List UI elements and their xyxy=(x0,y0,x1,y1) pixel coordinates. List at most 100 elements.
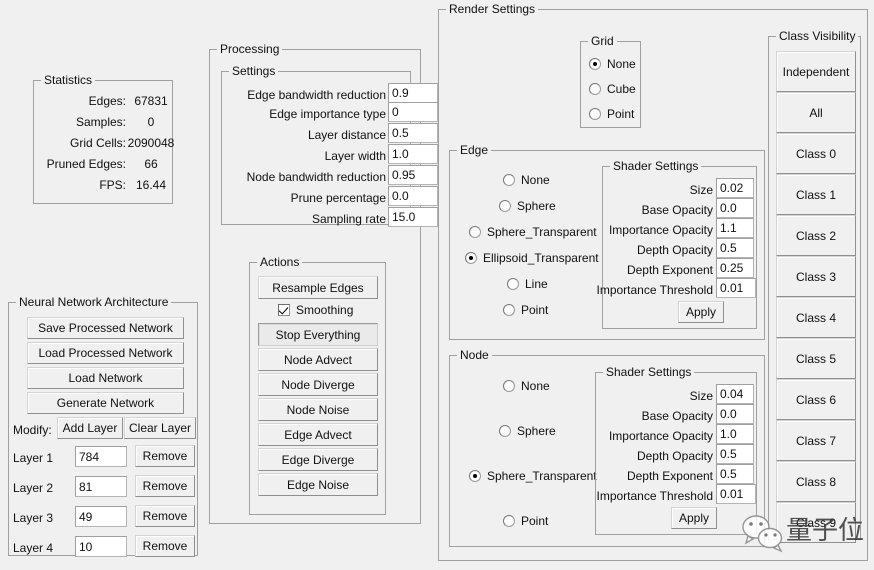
class-visibility-class-0-button[interactable]: Class 0 xyxy=(776,133,856,174)
class-visibility-class-3-button[interactable]: Class 3 xyxy=(776,256,856,297)
grid-group: Grid None Cube Point xyxy=(580,34,641,128)
edge-noise-button[interactable]: Edge Noise xyxy=(258,473,378,496)
statistics-title: Statistics xyxy=(41,73,96,87)
stat-value-grid-cells: 2090048 xyxy=(127,136,175,150)
processing-settings-title: Settings xyxy=(229,64,279,78)
remove-layer-3-button[interactable]: Remove xyxy=(135,505,195,527)
class-visibility-class-7-button[interactable]: Class 7 xyxy=(776,420,856,461)
remove-layer-4-button[interactable]: Remove xyxy=(135,535,195,557)
grid-option-none[interactable]: None xyxy=(589,57,636,71)
edge-option-none[interactable]: None xyxy=(503,173,550,187)
class-visibility-independent-button[interactable]: Independent xyxy=(776,51,856,92)
stat-label-fps: FPS: xyxy=(99,178,126,192)
node-advect-button[interactable]: Node Advect xyxy=(258,348,378,371)
smoothing-checkbox[interactable]: Smoothing xyxy=(278,303,353,317)
processing-title: Processing xyxy=(217,42,283,56)
edge-diverge-button[interactable]: Edge Diverge xyxy=(258,448,378,471)
class-visibility-class-4-button[interactable]: Class 4 xyxy=(776,297,856,338)
radio-icon xyxy=(469,226,481,238)
remove-layer-1-button[interactable]: Remove xyxy=(135,445,195,467)
grid-title: Grid xyxy=(588,34,617,48)
checkbox-icon xyxy=(278,304,290,316)
prune-percentage-input[interactable]: 0.0 xyxy=(388,186,438,206)
class-visibility-class-5-button[interactable]: Class 5 xyxy=(776,338,856,379)
layer-distance-input[interactable]: 0.5 xyxy=(388,123,438,143)
edge-shader-importance-opacity-input[interactable]: 1.1 xyxy=(716,218,754,238)
class-visibility-class-2-button[interactable]: Class 2 xyxy=(776,215,856,256)
edge-option-line[interactable]: Line xyxy=(507,277,548,291)
edge-shader-importance-threshold-input[interactable]: 0.01 xyxy=(716,278,756,298)
load-processed-network-button[interactable]: Load Processed Network xyxy=(27,342,184,364)
layer-1-input[interactable]: 784 xyxy=(75,446,127,467)
class-visibility-class-6-button[interactable]: Class 6 xyxy=(776,379,856,420)
smoothing-label: Smoothing xyxy=(296,303,354,317)
remove-layer-2-button[interactable]: Remove xyxy=(135,475,195,497)
edge-shader-size-label: Size xyxy=(689,183,713,197)
class-visibility-class-9-button[interactable]: Class 9 xyxy=(776,502,856,543)
node-shader-depth-exponent-label: Depth Exponent xyxy=(626,469,713,483)
add-layer-button[interactable]: Add Layer xyxy=(57,417,123,439)
processing-actions-title: Actions xyxy=(257,255,303,269)
edge-shader-importance-opacity-label: Importance Opacity xyxy=(608,223,713,237)
node-shader-size-input[interactable]: 0.04 xyxy=(716,384,754,404)
edge-option-sphere-label: Sphere xyxy=(517,199,556,213)
layer-width-input[interactable]: 1.0 xyxy=(388,144,438,164)
resample-edges-button[interactable]: Resample Edges xyxy=(258,276,378,299)
stat-value-edges: 67831 xyxy=(134,94,168,108)
edge-option-point[interactable]: Point xyxy=(503,303,548,317)
layer-2-input[interactable]: 81 xyxy=(75,476,127,497)
node-group: Node None Sphere Sphere_Transparent Poin… xyxy=(449,348,765,547)
node-diverge-button[interactable]: Node Diverge xyxy=(258,373,378,396)
load-network-button[interactable]: Load Network xyxy=(27,367,184,389)
node-shader-apply-button[interactable]: Apply xyxy=(671,507,717,529)
node-option-point[interactable]: Point xyxy=(503,514,548,528)
class-visibility-class-8-button[interactable]: Class 8 xyxy=(776,461,856,502)
save-processed-network-button[interactable]: Save Processed Network xyxy=(27,317,184,339)
class-visibility-title: Class Visibility xyxy=(776,29,859,43)
render-settings-panel: Render Settings Grid None Cube Point Edg… xyxy=(438,2,868,561)
layer-3-label: Layer 3 xyxy=(13,511,54,525)
class-visibility-class-1-button[interactable]: Class 1 xyxy=(776,174,856,215)
radio-icon xyxy=(465,252,477,264)
edge-option-sphere[interactable]: Sphere xyxy=(499,199,556,213)
node-shader-depth-exponent-input[interactable]: 0.5 xyxy=(716,464,754,484)
edge-bandwidth-reduction-label: Edge bandwidth reduction xyxy=(247,88,386,102)
edge-shader-base-opacity-input[interactable]: 0.0 xyxy=(716,198,754,218)
edge-bandwidth-reduction-input[interactable]: 0.9 xyxy=(388,83,438,103)
clear-layer-button[interactable]: Clear Layer xyxy=(124,417,196,439)
prune-percentage-label: Prune percentage xyxy=(290,191,386,205)
grid-option-point[interactable]: Point xyxy=(589,107,634,121)
node-shader-importance-opacity-label: Importance Opacity xyxy=(608,429,713,443)
layer-3-input[interactable]: 49 xyxy=(75,506,127,527)
stat-value-pruned-edges: 66 xyxy=(144,157,158,171)
node-shader-importance-threshold-input[interactable]: 0.01 xyxy=(716,484,756,504)
layer-4-input[interactable]: 10 xyxy=(75,536,127,557)
node-shader-base-opacity-input[interactable]: 0.0 xyxy=(716,404,754,424)
sampling-rate-input[interactable]: 15.0 xyxy=(388,207,438,227)
generate-network-button[interactable]: Generate Network xyxy=(27,392,184,414)
stop-everything-button[interactable]: Stop Everything xyxy=(258,323,378,346)
edge-shader-size-input[interactable]: 0.02 xyxy=(716,178,754,198)
edge-advect-button[interactable]: Edge Advect xyxy=(258,423,378,446)
edge-shader-depth-opacity-input[interactable]: 0.5 xyxy=(716,238,754,258)
statistics-panel: Statistics Edges: 67831 Samples: 0 Grid … xyxy=(33,73,175,204)
node-option-none[interactable]: None xyxy=(503,379,550,393)
node-option-sphere[interactable]: Sphere xyxy=(499,424,556,438)
edge-importance-type-input[interactable]: 0 xyxy=(388,102,438,122)
edge-shader-depth-exponent-input[interactable]: 0.25 xyxy=(716,258,754,278)
radio-icon xyxy=(503,174,515,186)
stat-value-fps: 16.44 xyxy=(135,178,167,192)
grid-option-cube[interactable]: Cube xyxy=(589,82,636,96)
node-shader-size-label: Size xyxy=(689,389,713,403)
node-shader-depth-opacity-input[interactable]: 0.5 xyxy=(716,444,754,464)
node-title: Node xyxy=(457,348,492,362)
class-visibility-all-button[interactable]: All xyxy=(776,92,856,133)
edge-title: Edge xyxy=(457,143,492,157)
node-shader-importance-opacity-input[interactable]: 1.0 xyxy=(716,424,754,444)
grid-option-cube-label: Cube xyxy=(607,82,636,96)
node-bandwidth-reduction-input[interactable]: 0.95 xyxy=(388,165,438,185)
edge-shader-apply-button[interactable]: Apply xyxy=(678,301,724,323)
radio-icon xyxy=(589,108,601,120)
node-option-point-label: Point xyxy=(521,514,549,528)
node-noise-button[interactable]: Node Noise xyxy=(258,398,378,421)
